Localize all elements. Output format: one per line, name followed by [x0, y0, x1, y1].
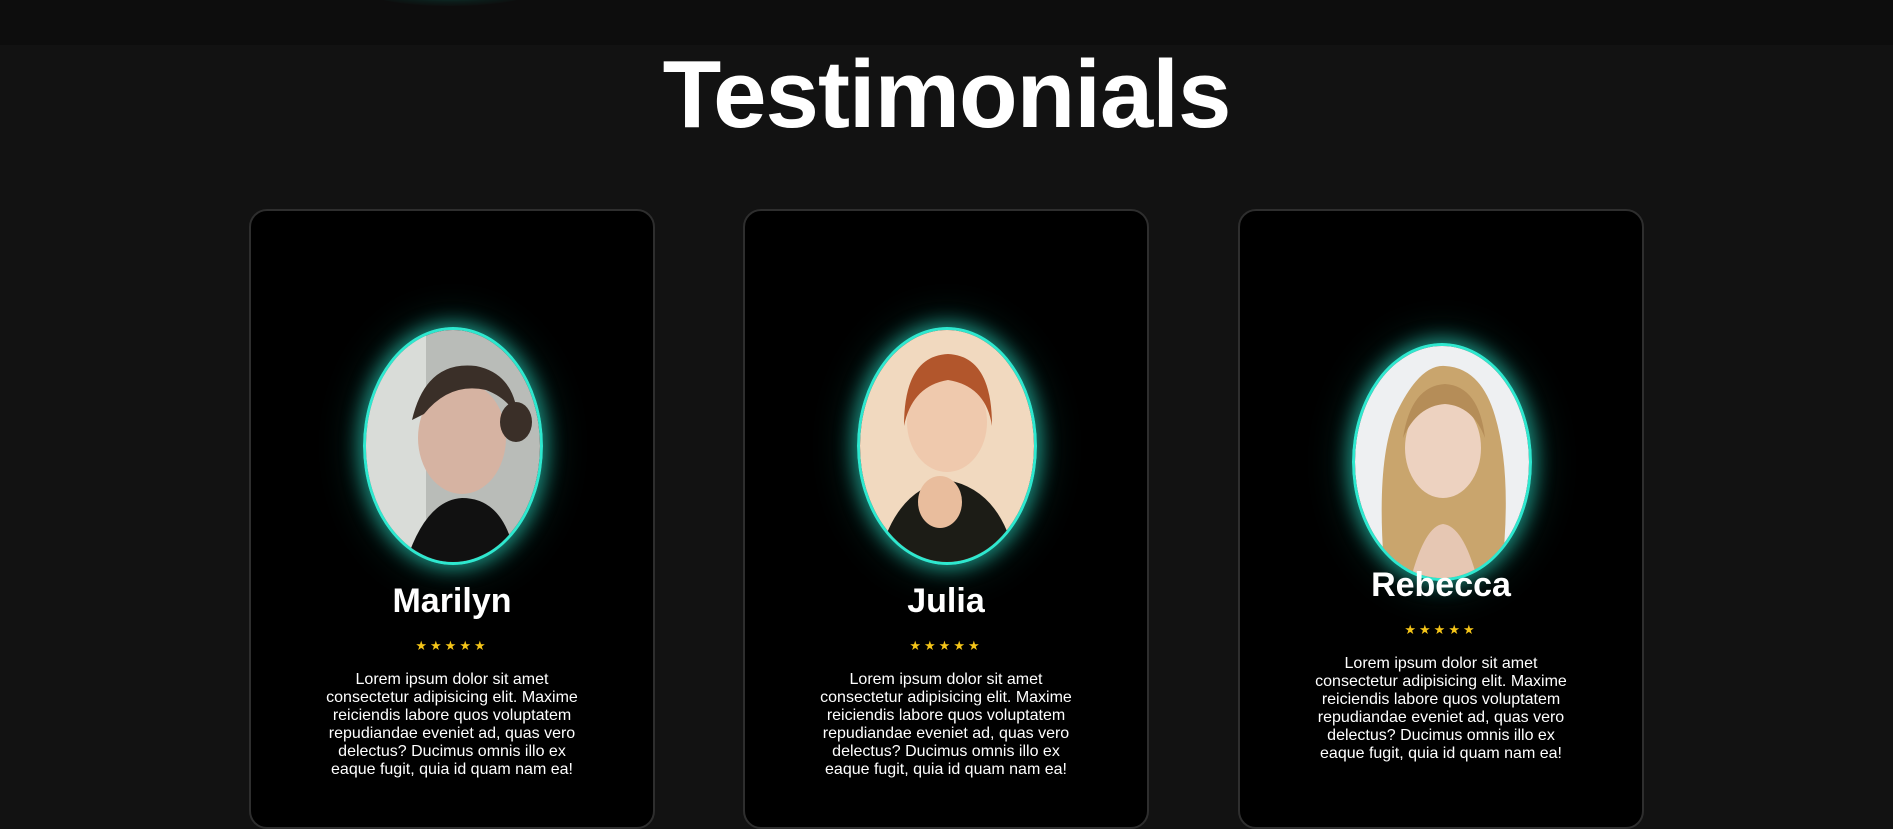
- avatar: [857, 327, 1037, 565]
- portrait-photo-icon: [1355, 346, 1529, 578]
- portrait-photo-icon: [366, 330, 540, 562]
- star-rating: ★★★★★: [909, 638, 983, 653]
- testimonial-quote: Lorem ipsum dolor sit amet consectetur a…: [326, 671, 578, 778]
- testimonial-quote: Lorem ipsum dolor sit amet consectetur a…: [1315, 655, 1567, 762]
- testimonial-name: Marilyn: [392, 582, 512, 620]
- testimonial-quote: Lorem ipsum dolor sit amet consectetur a…: [820, 671, 1072, 778]
- testimonial-name: Julia: [907, 582, 985, 620]
- testimonial-card-marilyn: Marilyn ★★★★★ Lorem ipsum dolor sit amet…: [249, 209, 655, 829]
- navbar-glow-decoration: [360, 0, 540, 6]
- star-rating: ★★★★★: [1404, 622, 1478, 637]
- top-navbar: [0, 0, 1893, 45]
- testimonial-card-julia: Julia ★★★★★ Lorem ipsum dolor sit amet c…: [743, 209, 1149, 829]
- star-rating: ★★★★★: [415, 638, 489, 653]
- testimonial-card-rebecca: Rebecca ★★★★★ Lorem ipsum dolor sit amet…: [1238, 209, 1644, 829]
- avatar: [363, 327, 543, 565]
- portrait-photo-icon: [860, 330, 1034, 562]
- page-title: Testimonials: [662, 41, 1232, 148]
- testimonial-name: Rebecca: [1371, 566, 1511, 604]
- avatar: [1352, 343, 1532, 581]
